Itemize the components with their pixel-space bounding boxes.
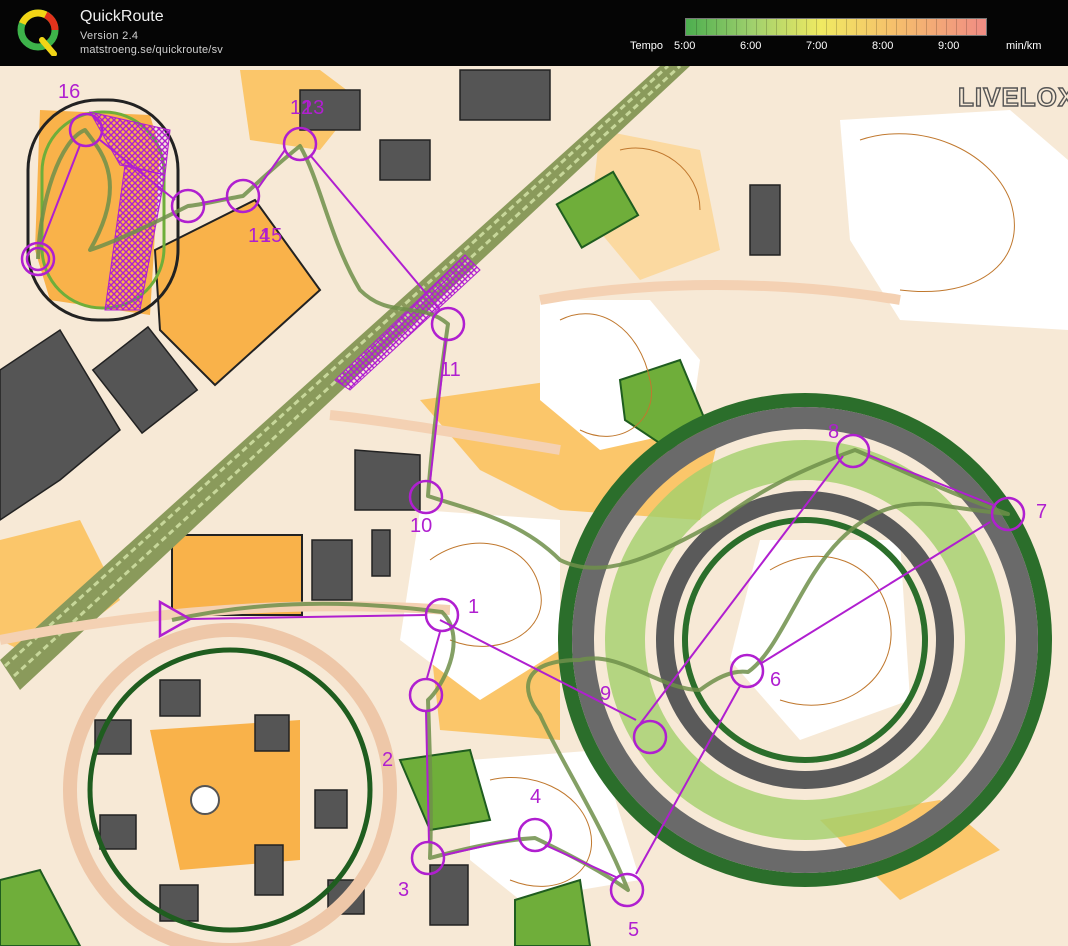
app-url[interactable]: matstroeng.se/quickroute/sv <box>80 44 223 56</box>
tempo-unit: min/km <box>1006 40 1042 52</box>
control-label-6: 6 <box>770 669 781 691</box>
control-label-9: 9 <box>600 683 611 705</box>
tempo-scale-cell <box>726 19 727 35</box>
map-canvas[interactable]: 1 2 3 4 5 6 7 8 9 10 11 12 13 14 15 16 L… <box>0 66 1068 946</box>
control-label-11: 11 <box>440 359 461 381</box>
tempo-scale-cell <box>966 19 967 35</box>
control-label-15: 15 <box>260 225 282 247</box>
tempo-scale-cell <box>836 19 837 35</box>
orienteering-map[interactable]: 1 2 3 4 5 6 7 8 9 10 11 12 13 14 15 16 L… <box>0 66 1068 946</box>
tempo-scale-cell <box>886 19 887 35</box>
tempo-scale-cell <box>946 19 947 35</box>
tempo-scale-cell <box>806 19 807 35</box>
tempo-scale-cell <box>756 19 757 35</box>
tempo-tick-9: 9:00 <box>938 40 960 52</box>
app-title: QuickRoute <box>80 8 164 25</box>
quickroute-app: QuickRoute Version 2.4 matstroeng.se/qui… <box>0 0 1068 946</box>
tempo-color-scale <box>685 18 987 36</box>
app-version: Version 2.4 <box>80 30 139 42</box>
tempo-scale-cell <box>816 19 817 35</box>
control-label-1: 1 <box>468 596 479 618</box>
control-label-16: 16 <box>58 81 80 103</box>
control-label-13: 13 <box>302 97 324 119</box>
tempo-tick-5: 5:00 <box>674 40 696 52</box>
quickroute-logo-icon <box>17 9 59 56</box>
tempo-scale-cell <box>706 19 707 35</box>
tempo-scale-cell <box>786 19 787 35</box>
control-label-5: 5 <box>628 919 639 941</box>
tempo-scale-cell <box>856 19 857 35</box>
tempo-scale-cell <box>846 19 847 35</box>
control-label-3: 3 <box>398 879 409 901</box>
tempo-scale-cell <box>776 19 777 35</box>
header-bar: QuickRoute Version 2.4 matstroeng.se/qui… <box>0 0 1068 66</box>
livelox-watermark: LIVELOX <box>958 82 1068 112</box>
tempo-scale-cell <box>826 19 827 35</box>
tempo-scale-cell <box>746 19 747 35</box>
tempo-tick-6: 6:00 <box>740 40 762 52</box>
control-label-10: 10 <box>410 515 432 537</box>
tempo-scale-cell <box>736 19 737 35</box>
control-label-2: 2 <box>382 749 393 771</box>
tempo-scale-cell <box>926 19 927 35</box>
control-label-4: 4 <box>530 786 541 808</box>
tempo-scale-cell <box>766 19 767 35</box>
tempo-scale-cell <box>866 19 867 35</box>
tempo-scale-cell <box>896 19 897 35</box>
control-label-7: 7 <box>1036 501 1047 523</box>
tempo-scale-cell <box>916 19 917 35</box>
tempo-scale-cell <box>696 19 697 35</box>
tempo-label: Tempo <box>630 40 664 52</box>
tempo-tick-7: 7:00 <box>806 40 828 52</box>
tempo-scale-cell <box>906 19 907 35</box>
tempo-scale-cell <box>956 19 957 35</box>
tempo-scale-cell <box>796 19 797 35</box>
tempo-scale-cell <box>936 19 937 35</box>
tempo-scale-cell <box>716 19 717 35</box>
tempo-scale-cell <box>876 19 877 35</box>
control-label-8: 8 <box>828 421 839 443</box>
tempo-scale-cell <box>976 19 977 35</box>
tempo-tick-8: 8:00 <box>872 40 894 52</box>
